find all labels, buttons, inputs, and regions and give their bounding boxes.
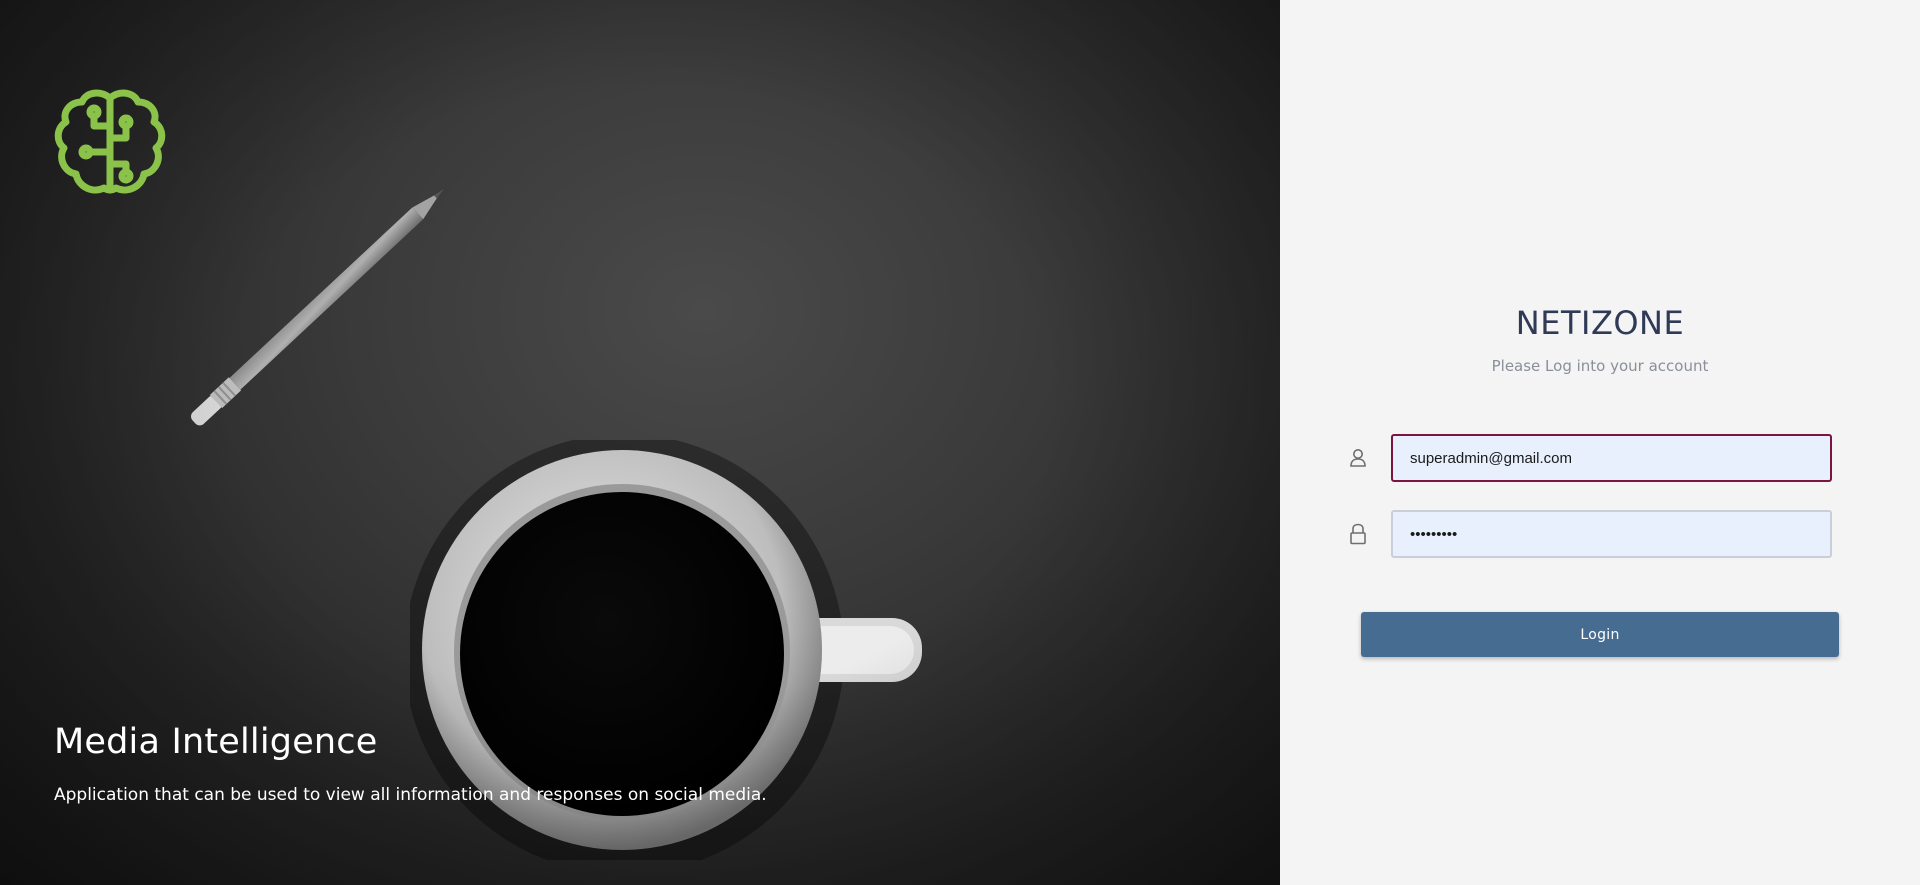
hero-title: Media Intelligence xyxy=(54,722,378,762)
hero-panel: Media Intelligence Application that can … xyxy=(0,0,1280,885)
password-row xyxy=(1348,510,1843,558)
lock-icon xyxy=(1348,523,1368,545)
login-tagline: Please Log into your account xyxy=(1491,357,1709,375)
user-icon xyxy=(1348,447,1368,469)
password-field[interactable] xyxy=(1391,510,1832,558)
brain-circuit-icon xyxy=(54,89,166,194)
email-field[interactable] xyxy=(1391,434,1832,482)
email-row xyxy=(1348,434,1843,482)
hero-subtitle: Application that can be used to view all… xyxy=(54,785,767,805)
login-button[interactable]: Login xyxy=(1361,612,1839,657)
login-panel: NETIZONE Please Log into your account Lo… xyxy=(1280,0,1920,885)
app-brand-title: NETIZONE xyxy=(1515,304,1685,342)
